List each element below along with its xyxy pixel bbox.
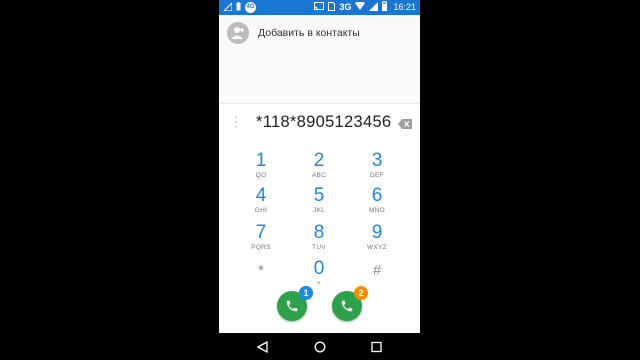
overflow-menu-icon[interactable]: · · · — [234, 110, 238, 132]
key-digit: # — [372, 262, 382, 279]
key-digit: 9 — [371, 222, 383, 243]
battery-icon — [382, 1, 388, 13]
cast-icon — [314, 2, 325, 12]
add-contact-avatar-icon — [227, 22, 249, 44]
key-0[interactable]: 0 + — [294, 258, 344, 288]
key-7[interactable]: 7 PQRS — [236, 222, 286, 252]
sim-badge: 1 — [299, 286, 313, 300]
key-4[interactable]: 4 GHI — [236, 185, 286, 215]
wifi-icon — [355, 1, 366, 12]
network-type: 3G — [339, 2, 352, 12]
status-bar: 4G 3G 16:21 — [219, 0, 420, 15]
home-icon[interactable] — [314, 340, 326, 358]
recents-icon[interactable] — [371, 340, 382, 358]
key-8[interactable]: 8 TUV — [294, 222, 344, 252]
phone-screen: 4G 3G 16:21 Добавить в контакты · · · *1… — [219, 0, 420, 360]
dial-keypad: 1 QO 2 ABC 3 DEF 4 GHI 5 JKL 6 MNO 7 PQR… — [219, 140, 420, 333]
key-1[interactable]: 1 QO — [236, 150, 286, 180]
app-notification-icon: 4G — [245, 2, 256, 13]
key-letters: DEF — [370, 172, 384, 179]
dialed-number[interactable]: *118*8905123456 — [256, 113, 391, 132]
key-letters: PQRS — [251, 244, 271, 251]
key-letters: GHI — [254, 207, 268, 214]
key-digit: 6 — [371, 185, 383, 206]
key-2[interactable]: 2 ABC — [294, 150, 344, 180]
cellular-icon — [369, 1, 379, 13]
navigation-bar — [219, 333, 420, 360]
number-entry-row: · · · *118*8905123456 — [219, 103, 420, 141]
key-hash[interactable]: # — [352, 261, 402, 281]
battery-small-icon — [236, 2, 241, 13]
key-letters: TUV — [312, 244, 326, 251]
contact-suggestions: Добавить в контакты — [219, 15, 420, 103]
key-digit: 0 — [313, 258, 325, 279]
key-3[interactable]: 3 DEF — [352, 150, 402, 180]
key-letters: ABC — [311, 172, 327, 179]
phone-icon — [341, 300, 353, 312]
key-digit: 8 — [313, 222, 325, 243]
key-letters: JKL — [312, 207, 326, 214]
key-letters: QO — [255, 172, 267, 179]
add-to-contacts-label: Добавить в контакты — [258, 27, 360, 39]
call-button-sim-2[interactable]: 2 — [332, 286, 368, 321]
key-letters: + — [316, 280, 322, 287]
phone-icon — [286, 300, 298, 312]
backspace-icon[interactable] — [398, 116, 412, 134]
signal-off-icon — [222, 1, 233, 13]
key-digit: * — [258, 262, 264, 279]
key-digit: 2 — [313, 150, 325, 171]
key-letters: WXYZ — [367, 244, 387, 251]
add-to-contacts-row[interactable]: Добавить в контакты — [227, 22, 360, 44]
call-button-sim-1[interactable]: 1 — [277, 286, 313, 321]
sim-badge: 2 — [354, 286, 368, 300]
key-5[interactable]: 5 JKL — [294, 185, 344, 215]
key-star[interactable]: * — [236, 261, 286, 281]
sim-icon — [328, 1, 336, 13]
key-digit: 5 — [313, 185, 325, 206]
key-digit: 7 — [255, 222, 267, 243]
back-icon[interactable] — [256, 340, 268, 358]
key-6[interactable]: 6 MNO — [352, 185, 402, 215]
clock: 16:21 — [393, 2, 416, 12]
key-digit: 3 — [371, 150, 383, 171]
key-letters: MNO — [368, 207, 386, 214]
key-9[interactable]: 9 WXYZ — [352, 222, 402, 252]
key-digit: 1 — [255, 150, 267, 171]
key-digit: 4 — [255, 185, 267, 206]
